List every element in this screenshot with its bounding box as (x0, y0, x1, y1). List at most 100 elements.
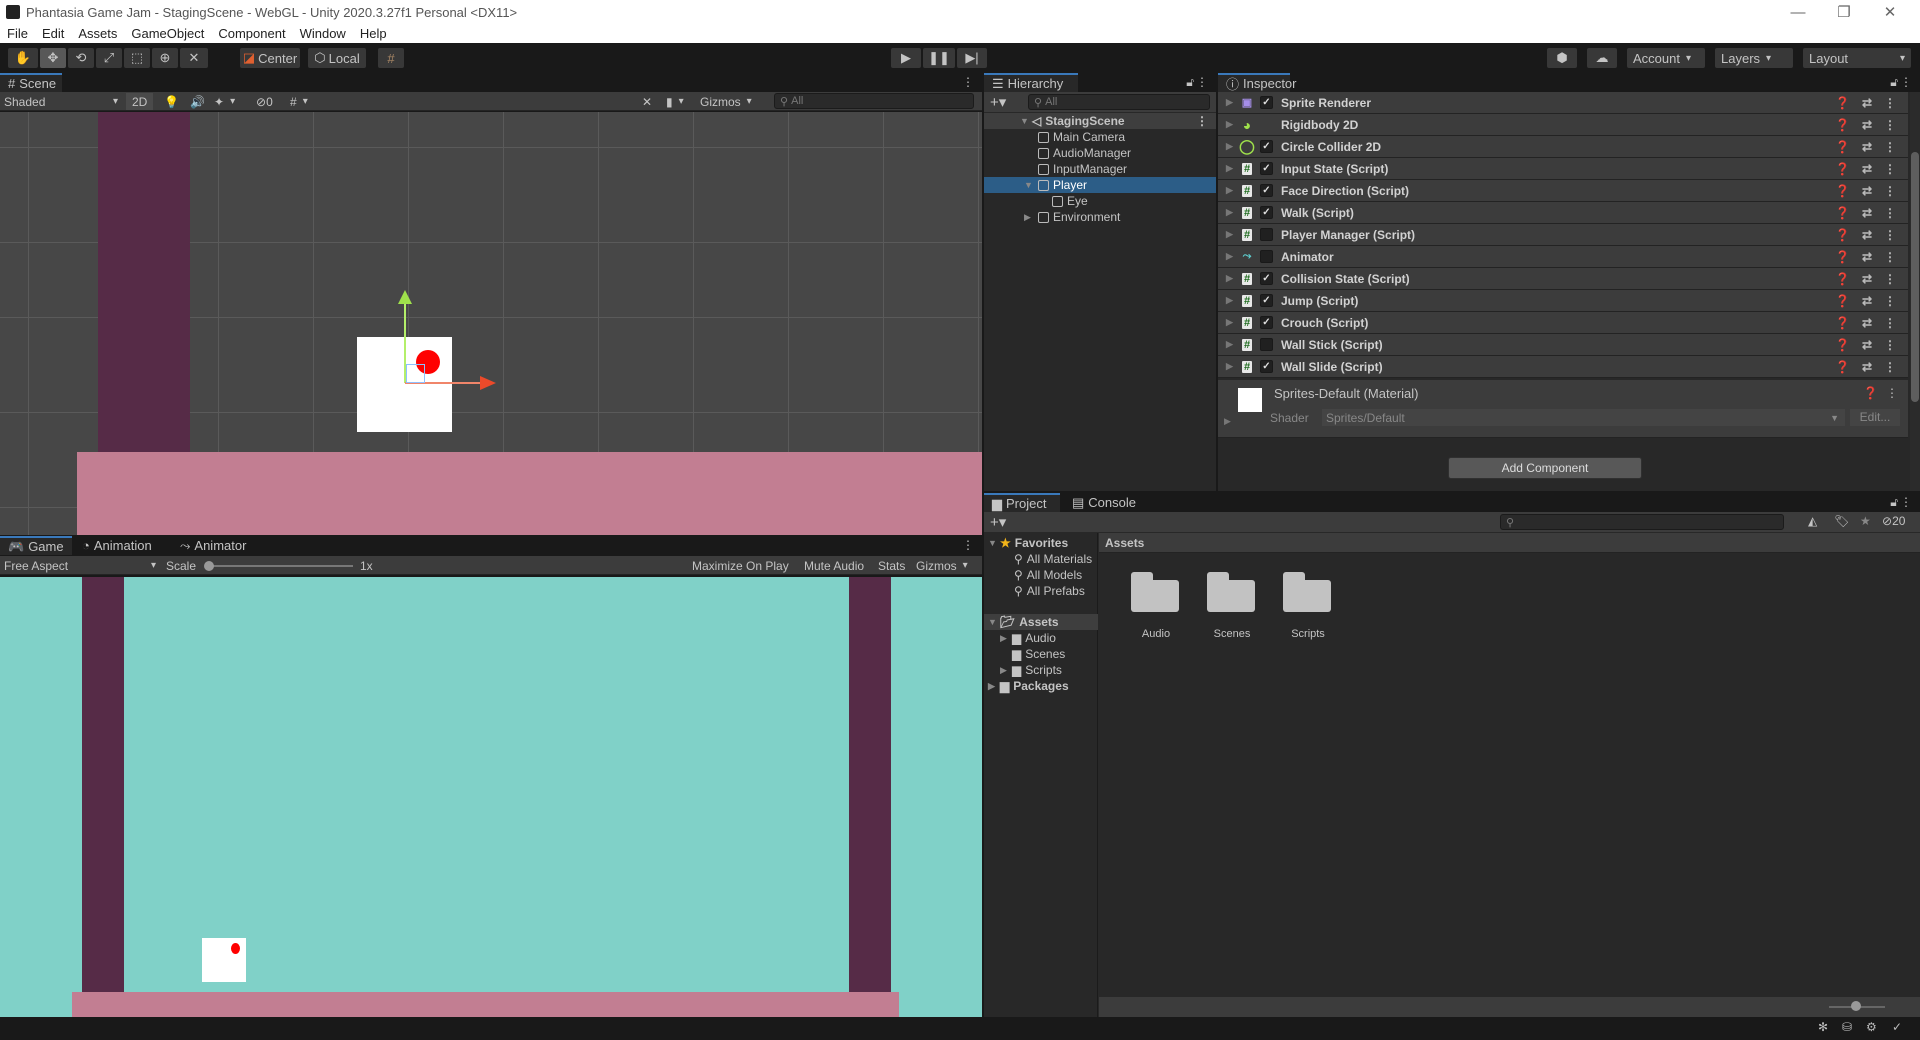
hierarchy-item[interactable]: ▼ Player (984, 177, 1216, 193)
presets-icon[interactable]: ⇄ (1862, 162, 1872, 176)
icon-size-slider-thumb[interactable] (1851, 1001, 1861, 1011)
y-arrow-icon[interactable] (398, 290, 412, 304)
edit-shader-button[interactable]: Edit... (1850, 409, 1900, 426)
expand-arrow-icon[interactable]: ▶ (1024, 212, 1038, 223)
hierarchy-search-input[interactable]: ⚲ All (1028, 94, 1210, 110)
tab-scene[interactable]: # Scene (0, 73, 62, 92)
component-menu-icon[interactable]: ⋮ (1884, 338, 1896, 352)
component-header[interactable]: ▶ ⤳ Animator ❓ ⇄ ⋮ (1218, 246, 1908, 268)
component-header[interactable]: ▶ # ✓ Input State (Script) ❓ ⇄ ⋮ (1218, 158, 1908, 180)
gizmos-dropdown[interactable]: Gizmos (700, 93, 752, 110)
expand-arrow-icon[interactable]: ▶ (1226, 317, 1240, 328)
tab-inspector[interactable]: ⓘ Inspector (1218, 73, 1297, 92)
presets-icon[interactable]: ⇄ (1862, 228, 1872, 242)
component-enabled-checkbox[interactable]: ✓ (1260, 162, 1273, 175)
filter-label-icon[interactable]: 🏷︎ (1834, 514, 1849, 528)
auto-generate-lighting-icon[interactable]: ⚙ (1866, 1020, 1877, 1034)
presets-icon[interactable]: ⇄ (1862, 316, 1872, 330)
component-header[interactable]: ▶ # ✓ Jump (Script) ❓ ⇄ ⋮ (1218, 290, 1908, 312)
presets-icon[interactable]: ⇄ (1862, 206, 1872, 220)
folder-item[interactable]: Scripts (1273, 572, 1343, 652)
scene-search-input[interactable]: ⚲ All (774, 93, 974, 109)
step-button[interactable]: ▶| (957, 48, 987, 68)
game-gizmos-dropdown[interactable]: Gizmos (916, 557, 968, 574)
component-enabled-checkbox[interactable] (1260, 250, 1273, 263)
component-header[interactable]: ▶ # ✓ Crouch (Script) ❓ ⇄ ⋮ (1218, 312, 1908, 334)
presets-icon[interactable]: ⇄ (1862, 272, 1872, 286)
expand-arrow-icon[interactable]: ▶ (1226, 185, 1240, 196)
grid-snap-button[interactable]: # (378, 48, 404, 68)
lock-icon[interactable]: 🔓︎ (1890, 495, 1898, 510)
help-icon[interactable]: ❓ (1835, 360, 1850, 374)
material-expand-arrow[interactable]: ▶ (1224, 416, 1231, 427)
component-enabled-checkbox[interactable]: ✓ (1260, 294, 1273, 307)
create-add-button[interactable]: +▾ (990, 93, 1006, 111)
hidden-packages-toggle[interactable]: ⊘20 (1882, 514, 1905, 528)
menu-edit[interactable]: Edit (35, 26, 71, 41)
asset-tree-item[interactable]: ▆ Scenes (984, 646, 1098, 662)
help-icon[interactable]: ❓ (1835, 294, 1850, 308)
presets-icon[interactable]: ⇄ (1862, 360, 1872, 374)
menu-component[interactable]: Component (211, 26, 292, 41)
assets-root-row[interactable]: ▼ 📂︎ Assets (984, 614, 1098, 630)
menu-window[interactable]: Window (293, 26, 353, 41)
camera-dropdown[interactable]: ▮ (666, 93, 684, 110)
material-menu-icon[interactable]: ⋮ (1886, 386, 1898, 400)
rect-tool-button[interactable]: ⬚ (124, 48, 150, 68)
inspector-scrollbar[interactable] (1910, 92, 1920, 491)
game-viewport[interactable] (0, 577, 982, 1017)
presets-icon[interactable]: ⇄ (1862, 118, 1872, 132)
expand-arrow-icon[interactable]: ▶ (1226, 361, 1240, 372)
component-menu-icon[interactable]: ⋮ (1884, 140, 1896, 154)
presets-icon[interactable]: ⇄ (1862, 250, 1872, 264)
component-enabled-checkbox[interactable]: ✓ (1260, 140, 1273, 153)
scene-viewport[interactable] (0, 112, 982, 535)
cloud-button[interactable]: ☁ (1587, 48, 1617, 68)
help-icon[interactable]: ❓ (1863, 386, 1878, 400)
favorite-item[interactable]: ⚲ All Prefabs (984, 583, 1098, 599)
presets-icon[interactable]: ⇄ (1862, 140, 1872, 154)
favorite-item[interactable]: ⚲ All Models (984, 567, 1098, 583)
project-search-input[interactable]: ⚲ (1500, 514, 1784, 530)
expand-arrow-icon[interactable]: ▼ (1024, 180, 1038, 190)
breadcrumb-assets[interactable]: Assets (1105, 536, 1144, 550)
account-dropdown[interactable]: Account (1627, 48, 1705, 68)
component-menu-icon[interactable]: ⋮ (1884, 272, 1896, 286)
expand-arrow-icon[interactable]: ▶ (1226, 163, 1240, 174)
help-icon[interactable]: ❓ (1835, 228, 1850, 242)
layout-dropdown[interactable]: Layout (1803, 48, 1911, 68)
help-icon[interactable]: ❓ (1835, 272, 1850, 286)
expand-arrow-icon[interactable]: ▶ (1226, 141, 1240, 152)
expand-arrow-icon[interactable]: ▶ (1226, 97, 1240, 108)
component-header[interactable]: ▶ # ✓ Collision State (Script) ❓ ⇄ ⋮ (1218, 268, 1908, 290)
component-menu-icon[interactable]: ⋮ (1884, 316, 1896, 330)
component-header[interactable]: ▶ # ✓ Wall Slide (Script) ❓ ⇄ ⋮ (1218, 356, 1908, 378)
menu-help[interactable]: Help (353, 26, 394, 41)
expand-arrow-icon[interactable]: ▶ (988, 681, 1000, 692)
hand-tool-button[interactable]: ✋ (8, 48, 38, 68)
hierarchy-item[interactable]: InputManager (984, 161, 1216, 177)
rotate-tool-button[interactable]: ⟲ (68, 48, 94, 68)
x-arrow-icon[interactable] (480, 376, 496, 390)
component-menu-icon[interactable]: ⋮ (1884, 162, 1896, 176)
hierarchy-item[interactable]: Eye (984, 193, 1216, 209)
presets-icon[interactable]: ⇄ (1862, 184, 1872, 198)
maximize-on-play-toggle[interactable]: Maximize On Play (692, 557, 789, 574)
component-menu-icon[interactable]: ⋮ (1884, 118, 1896, 132)
pause-button[interactable]: ❚❚ (923, 48, 955, 68)
collab-button[interactable]: ⬢ (1547, 48, 1577, 68)
component-menu-icon[interactable]: ⋮ (1884, 228, 1896, 242)
custom-tool-button[interactable]: ✕ (180, 48, 208, 68)
hierarchy-scene-row[interactable]: ▼ ◁ StagingScene ⋮ (984, 113, 1216, 129)
scale-slider-thumb[interactable] (204, 561, 214, 571)
component-menu-icon[interactable]: ⋮ (1884, 360, 1896, 374)
component-enabled-checkbox[interactable]: ✓ (1260, 272, 1273, 285)
pivot-local-button[interactable]: ⬡ Local (308, 48, 366, 68)
transform-tool-button[interactable]: ⊕ (152, 48, 178, 68)
tab-game[interactable]: 🎮 Game (0, 536, 72, 555)
add-component-button[interactable]: Add Component (1448, 457, 1642, 479)
debug-icon[interactable]: ✻ (1818, 1020, 1828, 1034)
visibility-toggle[interactable]: ⊘ 0 (256, 93, 273, 110)
pivot-center-button[interactable]: ◪ Center (240, 48, 300, 68)
help-icon[interactable]: ❓ (1835, 250, 1850, 264)
